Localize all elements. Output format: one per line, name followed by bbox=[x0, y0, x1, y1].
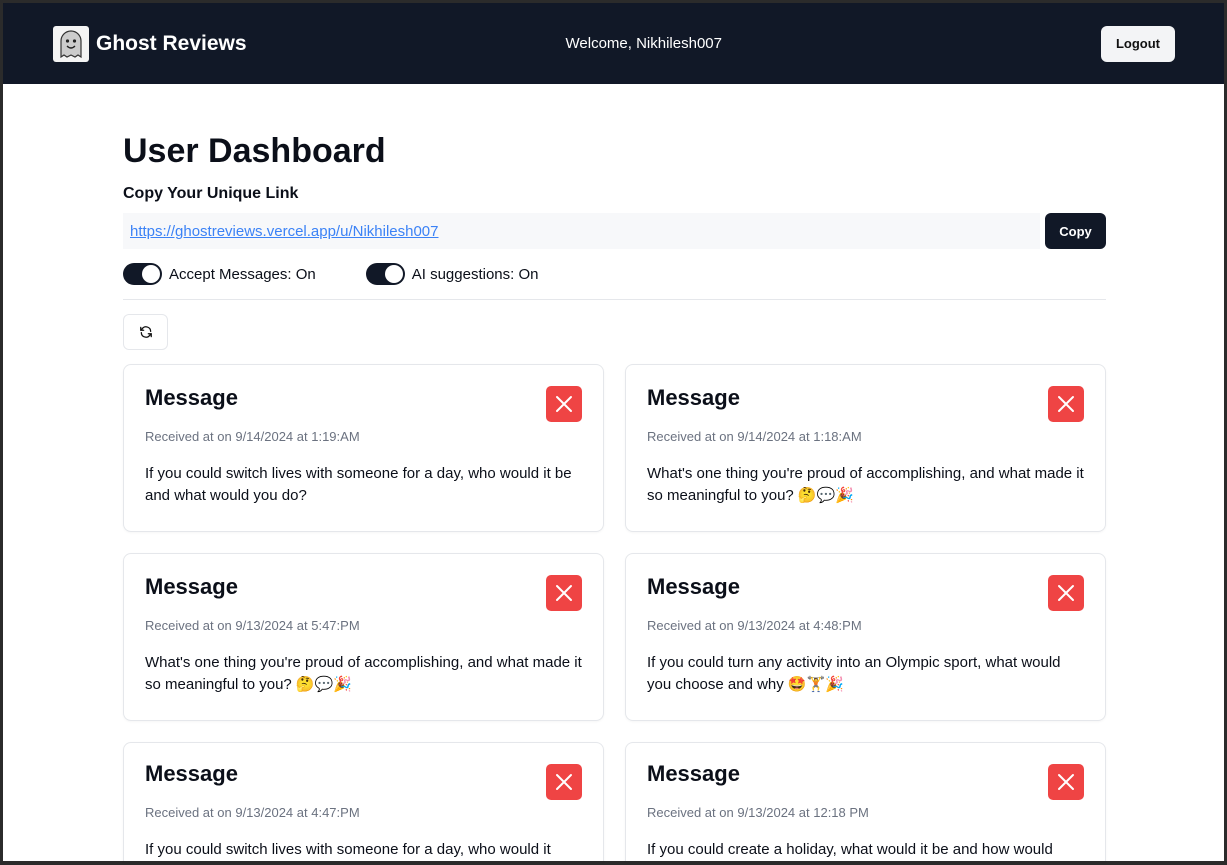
message-title: Message bbox=[145, 761, 238, 786]
message-title: Message bbox=[145, 574, 238, 599]
message-card: Message Received at on 9/13/2024 at 12:1… bbox=[625, 742, 1106, 861]
message-card: Message Received at on 9/14/2024 at 1:19… bbox=[123, 364, 604, 532]
message-text: If you could turn any activity into an O… bbox=[647, 654, 1061, 693]
message-text: If you could switch lives with someone f… bbox=[145, 841, 551, 858]
message-grid: Message Received at on 9/14/2024 at 1:19… bbox=[123, 364, 1106, 861]
delete-message-button[interactable] bbox=[1048, 575, 1084, 611]
unique-link[interactable]: https://ghostreviews.vercel.app/u/Nikhil… bbox=[123, 213, 1040, 249]
message-card: Message Received at on 9/13/2024 at 5:47… bbox=[123, 553, 604, 721]
message-card: Message Received at on 9/14/2024 at 1:18… bbox=[625, 364, 1106, 532]
accept-messages-toggle[interactable]: Accept Messages: On bbox=[123, 263, 316, 285]
delete-message-button[interactable] bbox=[1048, 764, 1084, 800]
delete-message-button[interactable] bbox=[546, 575, 582, 611]
close-icon bbox=[556, 774, 572, 790]
message-timestamp: Received at on 9/13/2024 at 4:47:PM bbox=[145, 805, 360, 820]
message-title: Message bbox=[647, 385, 740, 410]
message-timestamp: Received at on 9/14/2024 at 1:19:AM bbox=[145, 429, 360, 444]
refresh-button[interactable] bbox=[123, 314, 168, 350]
close-icon bbox=[556, 585, 572, 601]
message-title: Message bbox=[647, 761, 740, 786]
message-card: Message Received at on 9/13/2024 at 4:48… bbox=[625, 553, 1106, 721]
switch[interactable] bbox=[123, 263, 162, 285]
toggles: Accept Messages: On AI suggestions: On bbox=[123, 263, 1106, 285]
close-icon bbox=[1058, 585, 1074, 601]
ai-suggestions-toggle[interactable]: AI suggestions: On bbox=[365, 263, 539, 285]
close-icon bbox=[556, 396, 572, 412]
message-text: What's one thing you're proud of accompl… bbox=[145, 654, 582, 693]
refresh-icon bbox=[139, 326, 152, 338]
link-row: https://ghostreviews.vercel.app/u/Nikhil… bbox=[123, 213, 1106, 249]
delete-message-button[interactable] bbox=[546, 764, 582, 800]
ghost-logo-icon bbox=[53, 25, 89, 62]
delete-message-button[interactable] bbox=[546, 386, 582, 422]
page-title: User Dashboard bbox=[123, 132, 386, 170]
brand[interactable]: Ghost Reviews bbox=[53, 25, 247, 62]
divider bbox=[123, 299, 1106, 300]
switch[interactable] bbox=[365, 263, 405, 285]
close-icon bbox=[1058, 774, 1074, 790]
copy-button[interactable]: Copy bbox=[1045, 213, 1106, 249]
browser-page: Ghost Reviews Welcome, Nikhilesh007 Logo… bbox=[3, 3, 1224, 861]
welcome-text: Welcome, Nikhilesh007 bbox=[565, 35, 722, 52]
message-card: Message Received at on 9/13/2024 at 4:47… bbox=[123, 742, 604, 861]
brand-name: Ghost Reviews bbox=[96, 31, 247, 55]
message-text: If you could switch lives with someone f… bbox=[145, 465, 572, 504]
message-timestamp: Received at on 9/13/2024 at 5:47:PM bbox=[145, 618, 360, 633]
message-title: Message bbox=[647, 574, 740, 599]
message-text: What's one thing you're proud of accompl… bbox=[647, 465, 1084, 504]
message-timestamp: Received at on 9/13/2024 at 12:18 PM bbox=[647, 805, 869, 820]
message-timestamp: Received at on 9/13/2024 at 4:48:PM bbox=[647, 618, 862, 633]
toggle-label: AI suggestions: On bbox=[411, 265, 539, 283]
delete-message-button[interactable] bbox=[1048, 386, 1084, 422]
dashboard: User Dashboard Copy Your Unique Link htt… bbox=[123, 84, 1106, 861]
close-icon bbox=[1058, 396, 1074, 412]
navbar: Ghost Reviews Welcome, Nikhilesh007 Logo… bbox=[3, 3, 1224, 84]
message-title: Message bbox=[145, 385, 238, 410]
toggle-label: Accept Messages: On bbox=[169, 265, 316, 283]
logout-button[interactable]: Logout bbox=[1100, 25, 1175, 62]
message-text: If you could create a holiday, what woul… bbox=[647, 841, 1053, 858]
copy-link-heading: Copy Your Unique Link bbox=[123, 185, 299, 202]
message-timestamp: Received at on 9/14/2024 at 1:18:AM bbox=[647, 429, 862, 444]
